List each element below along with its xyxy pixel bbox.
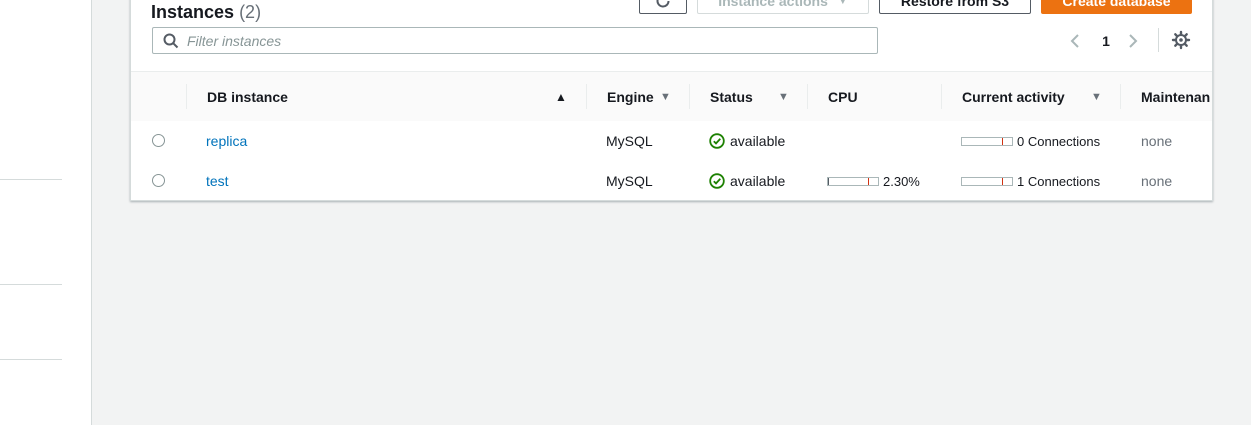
left-sidebar	[0, 0, 92, 425]
column-header-current-activity[interactable]: Current activity ▼	[962, 72, 1112, 121]
column-header-maintenance-label: Maintenan	[1141, 88, 1211, 105]
sort-icon: ▼	[660, 90, 671, 103]
column-header-db-instance[interactable]: DB instance ▲	[207, 72, 572, 121]
refresh-icon	[656, 0, 670, 8]
panel-title-text: Instances	[151, 2, 235, 22]
column-header-db-instance-label: DB instance	[207, 88, 288, 105]
caret-down-icon: ▼	[837, 0, 848, 7]
activity-text: 1 Connections	[1017, 173, 1101, 189]
column-divider	[586, 84, 587, 109]
column-header-status[interactable]: Status ▼	[710, 72, 800, 121]
cpu-text: 2.30%	[883, 173, 920, 189]
instance-count: (2)	[239, 2, 262, 22]
sort-ascending-icon: ▲	[555, 89, 567, 104]
status-cell: available	[709, 121, 785, 161]
sidebar-divider	[0, 284, 62, 285]
column-divider	[941, 84, 942, 109]
table-row: replica MySQL available 0 Connections no…	[131, 121, 1212, 162]
activity-bar	[961, 136, 1013, 146]
search-icon	[163, 33, 179, 48]
row-select-radio[interactable]	[152, 174, 165, 187]
current-activity-cell: 0 Connections	[961, 121, 1100, 161]
table-row: test MySQL available 2.30% 1 Connections…	[131, 161, 1212, 200]
filter-field[interactable]	[152, 27, 878, 54]
status-cell: available	[709, 161, 786, 200]
maintenance-cell: none	[1141, 133, 1173, 149]
chevron-left-icon	[1070, 34, 1079, 48]
engine-cell: MySQL	[606, 133, 653, 149]
column-header-engine-label: Engine	[607, 88, 654, 105]
table-header: DB instance ▲ Engine ▼ Status ▼ CPU Curr…	[131, 71, 1212, 122]
status-text: available	[730, 133, 786, 149]
sort-icon: ▼	[1091, 90, 1102, 103]
column-header-engine[interactable]: Engine ▼	[607, 72, 697, 121]
previous-page-button[interactable]	[1069, 30, 1085, 52]
current-activity-cell: 1 Connections	[961, 161, 1101, 200]
activity-text: 0 Connections	[1017, 133, 1101, 149]
sidebar-divider	[0, 359, 62, 360]
sort-icon: ▼	[778, 90, 789, 103]
check-circle-icon	[709, 133, 725, 149]
row-select-radio[interactable]	[152, 134, 165, 147]
cpu-cell: 2.30%	[827, 161, 920, 200]
db-instance-link[interactable]: test	[206, 173, 229, 189]
column-header-maintenance[interactable]: Maintenan	[1141, 72, 1212, 121]
column-header-current-activity-label: Current activity	[962, 88, 1065, 105]
engine-cell: MySQL	[606, 173, 653, 189]
next-page-button[interactable]	[1127, 30, 1143, 52]
refresh-button[interactable]	[639, 0, 687, 14]
instance-actions-label: Instance actions	[718, 0, 828, 9]
check-circle-icon	[709, 173, 725, 189]
column-divider	[1120, 84, 1121, 109]
column-divider	[807, 84, 808, 109]
preferences-button[interactable]	[1171, 30, 1193, 52]
activity-bar	[961, 176, 1013, 186]
instances-panel: Instances (2) Instance actions ▼ Restore…	[130, 0, 1213, 201]
chevron-right-icon	[1129, 34, 1138, 48]
db-instance-link[interactable]: replica	[206, 133, 247, 149]
db-instance-cell: replica	[206, 121, 247, 161]
current-page[interactable]: 1	[1099, 30, 1113, 52]
cpu-utilization-bar	[827, 176, 879, 186]
restore-from-s3-button[interactable]: Restore from S3	[879, 0, 1031, 14]
column-header-cpu-label: CPU	[828, 88, 858, 105]
db-instance-cell: test	[206, 161, 229, 200]
filter-instances-input[interactable]	[187, 29, 867, 52]
column-header-status-label: Status	[710, 88, 753, 105]
column-divider	[186, 84, 187, 109]
maintenance-cell: none	[1141, 173, 1173, 189]
sidebar-divider	[0, 179, 62, 180]
cpu-bar-fill	[828, 177, 829, 185]
gear-icon	[1171, 30, 1191, 50]
column-header-cpu[interactable]: CPU	[828, 72, 928, 121]
pager-divider	[1158, 28, 1159, 52]
instance-actions-button[interactable]: Instance actions ▼	[697, 0, 869, 14]
column-divider	[689, 84, 690, 109]
create-database-button[interactable]: Create database	[1041, 0, 1192, 14]
status-text: available	[730, 173, 786, 189]
panel-title: Instances (2)	[151, 0, 261, 24]
